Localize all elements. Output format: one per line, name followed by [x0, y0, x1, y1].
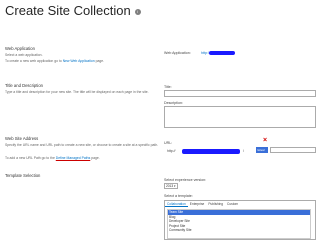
template-label: Select a template:: [164, 194, 193, 198]
title-description-title: Title and Description: [5, 83, 44, 88]
web-application-desc: Select a web application. To create a ne…: [5, 53, 165, 64]
web-application-desc-line1: Select a web application.: [5, 53, 43, 57]
experience-version-label: Select experience version:: [164, 178, 207, 182]
web-application-desc-line2: To create a new web application go to Ne…: [5, 59, 165, 64]
experience-version-select[interactable]: 2013 ▾: [164, 183, 178, 189]
managed-paths-suffix: page.: [90, 156, 100, 160]
page-title: Create Site Collection i: [5, 3, 141, 18]
managed-paths-prefix: To add a new URL Path go to the: [5, 156, 56, 160]
web-application-desc-prefix: To create a new web application go to: [5, 59, 63, 63]
template-selection-title: Template Selection: [5, 173, 41, 178]
url-label: URL:: [164, 141, 173, 145]
tab-collaboration[interactable]: Collaboration: [165, 201, 188, 207]
template-item-community-site[interactable]: Community Site: [168, 228, 310, 233]
description-input[interactable]: [164, 106, 316, 128]
tab-publishing[interactable]: Publishing: [206, 201, 225, 207]
url-prefix: http://: [167, 149, 176, 153]
tab-enterprise[interactable]: Enterprise: [188, 201, 207, 207]
title-description-desc: Type a title and description for your ne…: [5, 90, 149, 94]
site-url-input[interactable]: [270, 147, 316, 153]
url-slash: /: [243, 149, 244, 153]
managed-path-select[interactable]: /sites/: [256, 147, 268, 153]
web-site-address-title: Web Site Address: [5, 136, 39, 141]
template-list[interactable]: Team Site Blog Developer Site Project Si…: [167, 209, 311, 239]
template-tabs: Collaboration Enterprise Publishing Cust…: [165, 201, 315, 207]
info-icon[interactable]: i: [134, 8, 141, 15]
web-application-desc-suffix: page.: [94, 59, 105, 63]
web-site-address-desc: Specify the URL name and URL path to cre…: [5, 143, 159, 147]
web-application-title: Web Application: [5, 46, 35, 51]
redaction-mark: [209, 50, 235, 55]
page-title-text: Create Site Collection: [5, 3, 131, 18]
web-site-address-desc2: To add a new URL Path go to the Define M…: [5, 156, 165, 161]
title-label: Title:: [164, 85, 172, 89]
url-redaction-mark: [182, 149, 240, 154]
web-application-label: Web Application:: [164, 51, 191, 55]
red-x-mark: ×: [263, 137, 268, 144]
tab-custom[interactable]: Custom: [225, 201, 240, 207]
template-picker: Collaboration Enterprise Publishing Cust…: [164, 200, 316, 240]
web-application-selector[interactable]: Web Application: http://: [164, 50, 316, 58]
description-label: Description:: [164, 101, 183, 105]
new-web-application-link[interactable]: New Web Application: [63, 59, 95, 63]
title-input[interactable]: [164, 90, 316, 97]
define-managed-paths-link[interactable]: Define Managed Paths: [56, 156, 91, 160]
